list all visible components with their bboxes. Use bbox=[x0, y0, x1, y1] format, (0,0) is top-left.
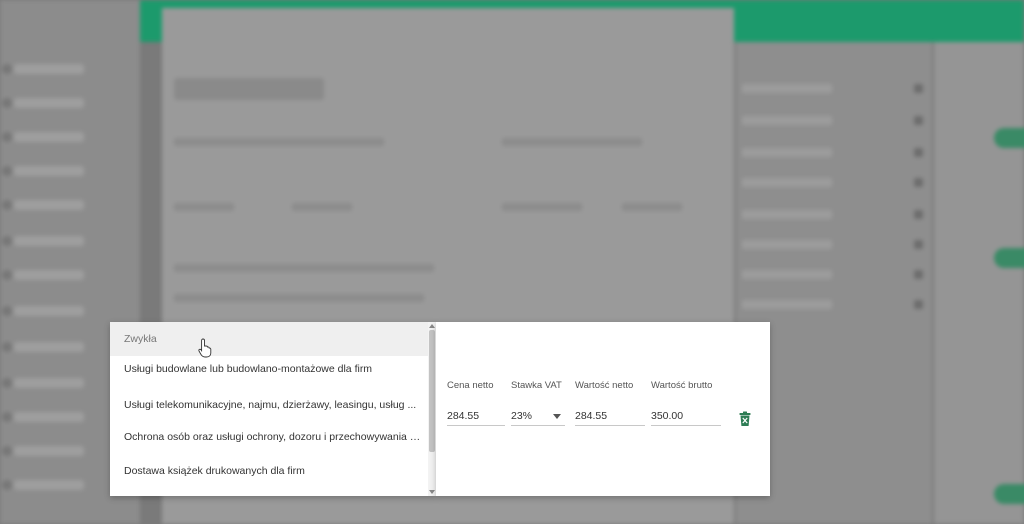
hand-cursor-icon bbox=[198, 338, 212, 358]
vat-type-dropdown[interactable]: Zwykła Usługi budowlane lub budowlano-mo… bbox=[110, 322, 436, 496]
net-value-header: Wartość netto bbox=[575, 380, 634, 391]
trash-icon[interactable] bbox=[738, 411, 752, 427]
gross-value-header: Wartość brutto bbox=[651, 380, 713, 391]
vat-option-telecom-services[interactable]: Usługi telekomunikacyjne, najmu, dzierża… bbox=[110, 388, 428, 422]
background-side-widgets bbox=[934, 42, 1024, 524]
vat-option-printed-books[interactable]: Dostawa książek drukowanych dla firm bbox=[110, 454, 428, 488]
invoice-line-item: Cena netto Stawka VAT Wartość netto Wart… bbox=[436, 322, 770, 496]
net-value-field[interactable]: 284.55 bbox=[575, 406, 645, 426]
vat-option-security-services[interactable]: Ochrona osób oraz usługi ochrony, dozoru… bbox=[110, 420, 428, 454]
vat-option-construction-services[interactable]: Usługi budowlane lub budowlano-montażowe… bbox=[110, 352, 428, 386]
dropdown-scrollbar[interactable] bbox=[428, 322, 436, 496]
scrollbar-thumb[interactable] bbox=[429, 330, 435, 452]
chevron-down-icon bbox=[553, 414, 561, 419]
gross-value-value: 350.00 bbox=[651, 410, 684, 422]
net-price-input[interactable]: 284.55 bbox=[447, 406, 505, 426]
net-value-value: 284.55 bbox=[575, 410, 608, 422]
net-price-header: Cena netto bbox=[447, 380, 494, 391]
scroll-up-arrow-icon[interactable] bbox=[428, 323, 436, 329]
vat-rate-select[interactable]: 23% bbox=[511, 406, 565, 426]
vat-option-regular[interactable]: Zwykła bbox=[110, 322, 428, 356]
vat-rate-value: 23% bbox=[511, 410, 533, 422]
vat-rate-header: Stawka VAT bbox=[511, 380, 562, 391]
gross-value-field[interactable]: 350.00 bbox=[651, 406, 721, 426]
net-price-value: 284.55 bbox=[447, 410, 480, 422]
scroll-down-arrow-icon[interactable] bbox=[428, 489, 436, 495]
